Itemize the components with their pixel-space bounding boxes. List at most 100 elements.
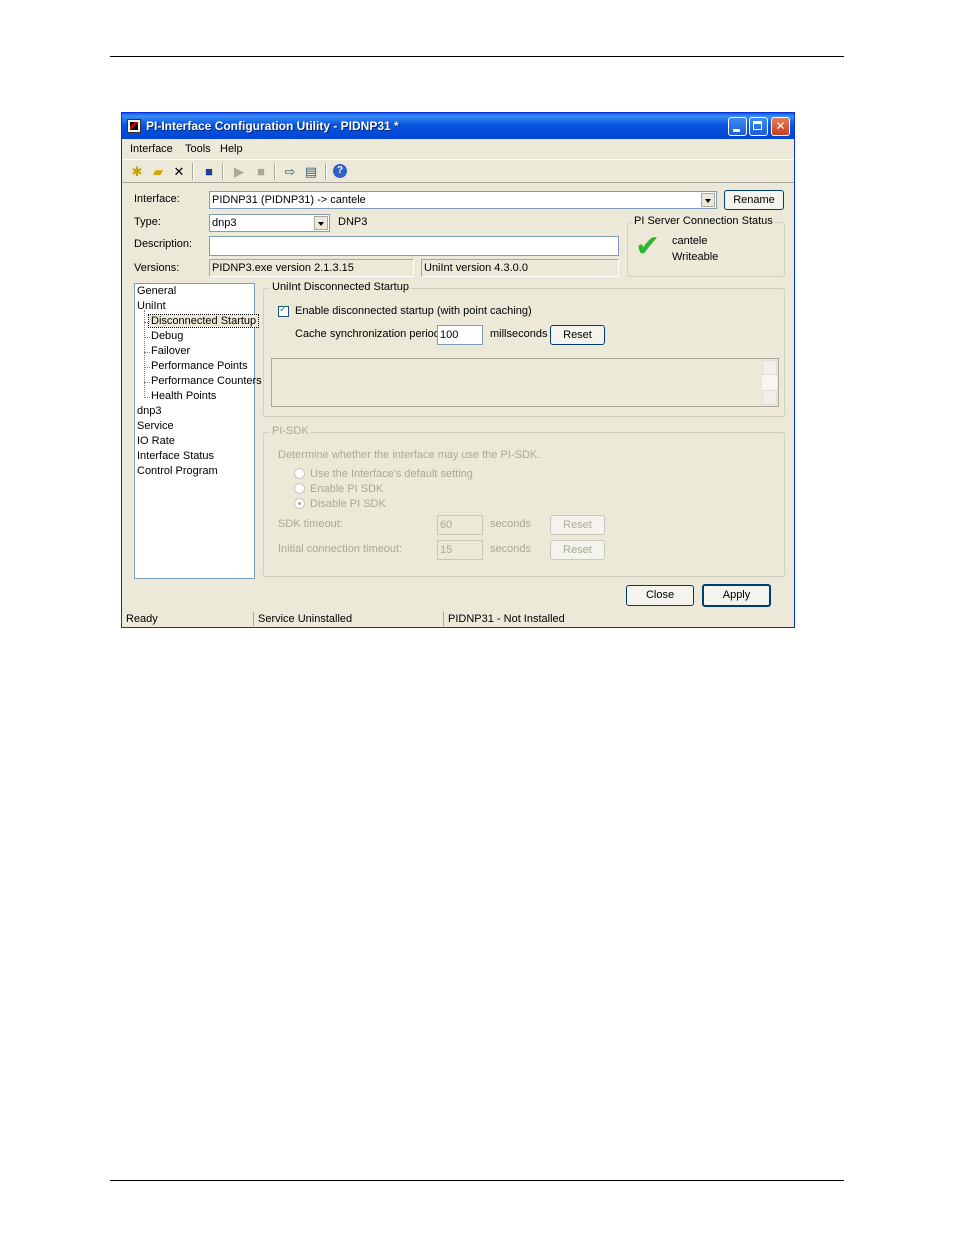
tree-item-health-points[interactable]: Health Points (151, 390, 216, 402)
scroll-up-icon[interactable] (762, 360, 777, 375)
delete-icon[interactable]: ✕ (171, 164, 187, 179)
disconnected-info-textarea[interactable] (271, 358, 779, 407)
tree-item-dnp3[interactable]: dnp3 (137, 405, 161, 417)
app-window: PI-Interface Configuration Utility - PID… (121, 112, 795, 628)
tree-item-interface-status[interactable]: Interface Status (137, 450, 214, 462)
tree-item-general[interactable]: General (137, 285, 176, 297)
tree-item-disconnected-startup[interactable]: Disconnected Startup (147, 314, 260, 328)
apply-button[interactable]: Apply (702, 584, 771, 607)
cache-reset-button[interactable]: Reset (550, 325, 605, 345)
interface-select[interactable]: PIDNP31 (PIDNP31) -> cantele (209, 191, 717, 209)
pisdk-title: PI-SDK (270, 425, 311, 437)
rename-button[interactable]: Rename (724, 190, 784, 210)
sdk-timeout-label: SDK timeout: (278, 518, 343, 530)
scroll-down-icon[interactable] (762, 390, 777, 405)
tree-item-failover[interactable]: Failover (151, 345, 190, 357)
batch-icon[interactable]: ▤ (303, 164, 319, 179)
init-timeout-input[interactable]: 15 (437, 540, 483, 560)
cache-sync-input[interactable]: 100 (437, 325, 483, 345)
type-value: dnp3 (212, 217, 237, 229)
toolbar-separator (325, 163, 327, 180)
toolbar: ✱ ▰ ✕ ■ ▶ ■ ⇨ ▤ ? (122, 159, 794, 183)
tree-line (144, 367, 150, 368)
sdk-timeout-reset-button[interactable]: Reset (550, 515, 605, 535)
description-input[interactable] (209, 236, 619, 256)
toolbar-separator (222, 163, 224, 180)
help-icon[interactable]: ? (333, 164, 347, 178)
enable-disconnected-checkbox[interactable] (278, 304, 289, 317)
tree-item-io-rate[interactable]: IO Rate (137, 435, 175, 447)
tree-item-performance-points[interactable]: Performance Points (151, 360, 248, 372)
interface-value: PIDNP31 (PIDNP31) -> cantele (212, 194, 366, 206)
server-status-title: PI Server Connection Status (632, 215, 775, 227)
sdk-timeout-input[interactable]: 60 (437, 515, 483, 535)
menu-help[interactable]: Help (220, 143, 243, 155)
checkmark-icon: ✔ (635, 230, 661, 263)
tree-line (144, 382, 150, 383)
pisdk-question: Determine whether the interface may use … (278, 449, 541, 461)
tree-item-control-program[interactable]: Control Program (137, 465, 218, 477)
tree-item-service[interactable]: Service (137, 420, 174, 432)
textarea-scrollbar[interactable] (762, 360, 777, 405)
open-icon[interactable]: ▰ (150, 164, 166, 179)
tree-item-uniint[interactable]: UniInt (137, 300, 166, 312)
type-label: Type: (134, 216, 161, 228)
cache-sync-label: Cache synchronization period: (295, 328, 443, 340)
tree-item-debug[interactable]: Debug (151, 330, 183, 342)
init-timeout-label: Initial connection timeout: (278, 543, 403, 555)
title-bar[interactable]: PI-Interface Configuration Utility - PID… (122, 113, 794, 139)
radio-default-setting[interactable] (294, 468, 305, 479)
save-icon[interactable]: ■ (201, 164, 217, 179)
tree-line (144, 352, 150, 353)
radio-disable-pisdk[interactable] (294, 498, 305, 509)
maximize-button[interactable] (749, 117, 768, 136)
toolbar-separator (192, 163, 194, 180)
radio-default-label: Use the Interface's default setting (310, 468, 473, 480)
init-timeout-unit: seconds (490, 543, 531, 555)
type-description: DNP3 (338, 216, 368, 228)
settings-tree[interactable]: General UniInt Disconnected Startup Debu… (134, 283, 262, 579)
window-title: PI-Interface Configuration Utility - PID… (146, 119, 399, 133)
tree-line (144, 337, 150, 338)
radio-disable-label: Disable PI SDK (310, 498, 386, 510)
status-service: Service Uninstalled (253, 612, 438, 626)
type-select[interactable]: dnp3 (209, 214, 330, 232)
page-top-rule (110, 56, 844, 57)
export-icon[interactable]: ⇨ (282, 164, 298, 179)
radio-enable-label: Enable PI SDK (310, 483, 384, 495)
chevron-down-icon[interactable] (701, 193, 715, 207)
server-name: cantele (672, 235, 708, 247)
status-ready: Ready (126, 613, 158, 625)
server-status-group: PI Server Connection Status ✔ cantele Wr… (627, 215, 785, 277)
pisdk-group: PI-SDK Determine whether the interface m… (263, 425, 785, 577)
tree-item-performance-counters[interactable]: Performance Counters (151, 375, 262, 387)
menu-tools[interactable]: Tools (185, 143, 211, 155)
interface-label: Interface: (134, 193, 180, 205)
app-icon (127, 119, 141, 133)
description-label: Description: (134, 238, 193, 250)
toolbar-separator (274, 163, 276, 180)
close-window-button[interactable]: ✕ (771, 117, 790, 136)
exe-version-field: PIDNP3.exe version 2.1.3.15 (209, 259, 414, 277)
enable-disconnected-label: Enable disconnected startup (with point … (295, 305, 532, 317)
status-bar: Ready Service Uninstalled PIDNP31 - Not … (122, 610, 794, 627)
uniint-version-field: UniInt version 4.3.0.0 (421, 259, 619, 277)
stop-icon[interactable]: ■ (253, 164, 269, 179)
radio-enable-pisdk[interactable] (294, 483, 305, 494)
sdk-timeout-unit: seconds (490, 518, 531, 530)
cache-sync-unit: millseconds (490, 328, 548, 340)
menu-bar: Interface Tools Help (122, 140, 794, 158)
chevron-down-icon[interactable] (314, 216, 328, 230)
close-button[interactable]: Close (626, 585, 694, 606)
start-icon[interactable]: ▶ (231, 164, 247, 179)
disconnected-startup-title: UniInt Disconnected Startup (270, 281, 411, 293)
disconnected-startup-group: UniInt Disconnected Startup Enable disco… (263, 281, 785, 417)
tree-line (144, 310, 145, 398)
new-icon[interactable]: ✱ (129, 164, 145, 179)
tree-line (144, 397, 150, 398)
menu-interface[interactable]: Interface (130, 143, 173, 155)
versions-label: Versions: (134, 262, 180, 274)
init-timeout-reset-button[interactable]: Reset (550, 540, 605, 560)
server-access: Writeable (672, 251, 719, 263)
minimize-button[interactable] (728, 117, 747, 136)
